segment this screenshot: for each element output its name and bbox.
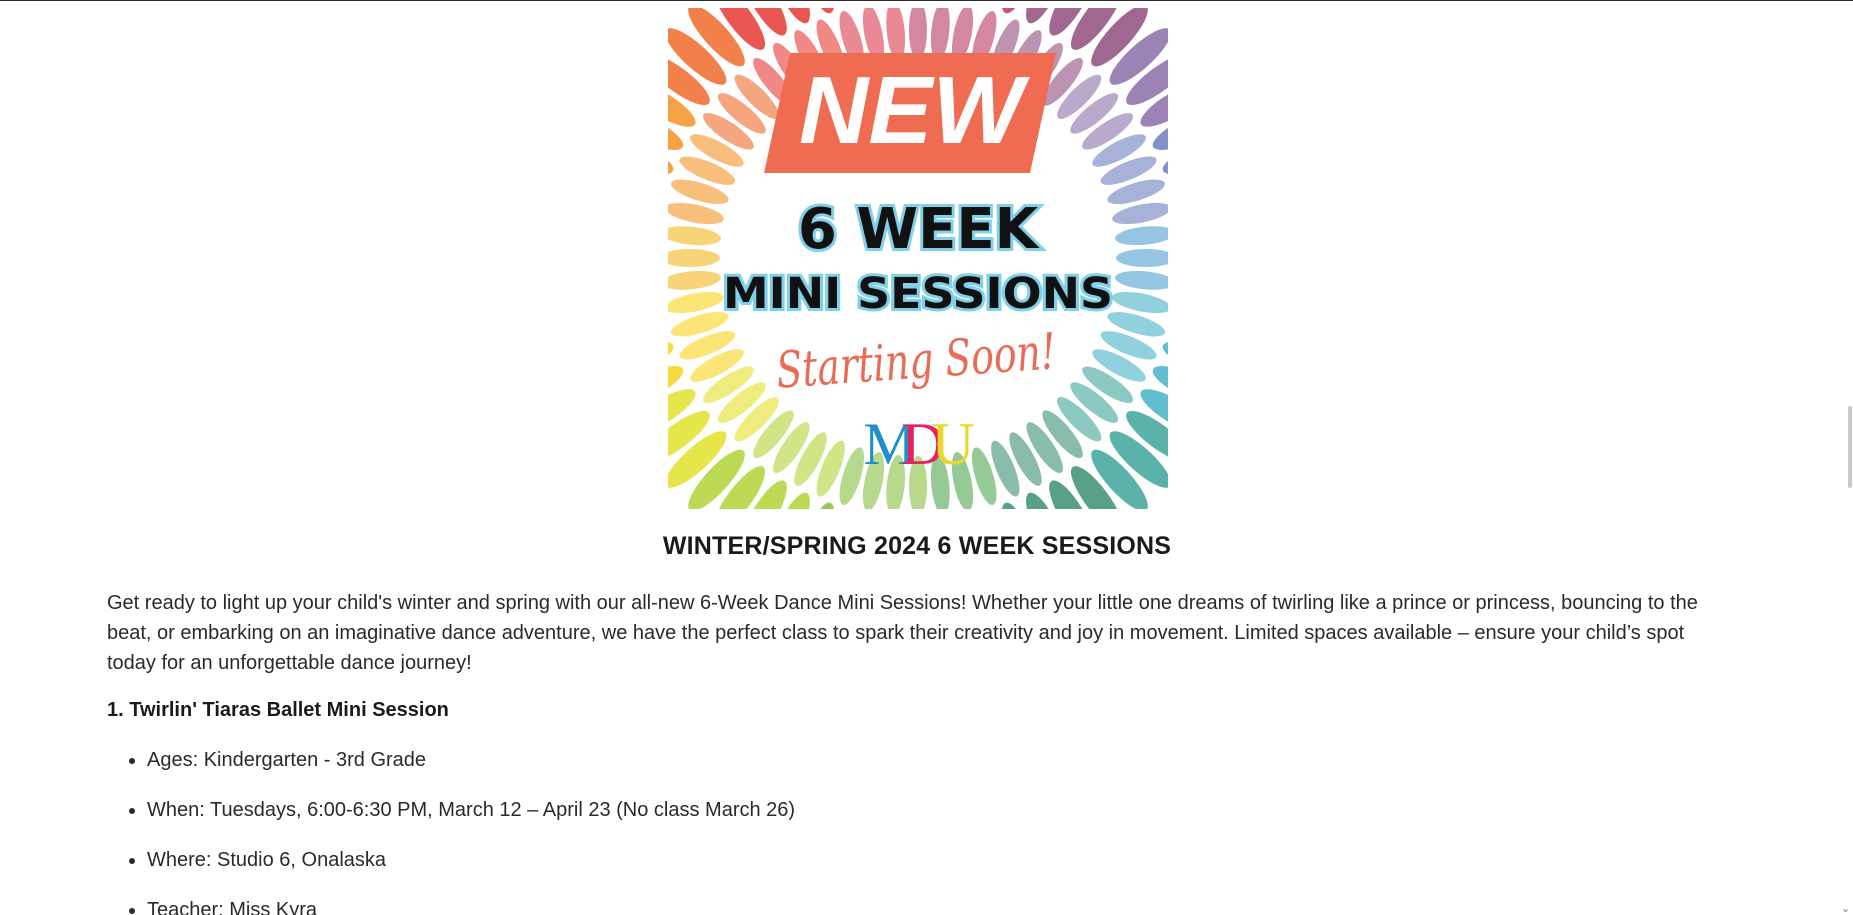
vertical-scrollbar[interactable]: ⌄ [1838, 1, 1853, 915]
logo-letter-u: U [931, 411, 974, 477]
detail-where: Where: Studio 6, Onalaska [147, 846, 795, 896]
six-week-text: 6 WEEK [798, 197, 1041, 262]
petal-shape [909, 8, 927, 60]
petal-shape [1115, 270, 1168, 290]
section-heading: WINTER/SPRING 2024 6 WEEK SESSIONS [662, 532, 1172, 560]
detail-teacher: Teacher: Miss Kyra [147, 896, 795, 915]
scroll-down-arrow-icon[interactable]: ⌄ [1840, 904, 1851, 915]
intro-paragraph: Get ready to light up your child's winte… [107, 592, 1698, 674]
detail-ages: Ages: Kindergarten - 3rd Grade [147, 746, 795, 796]
petal-shape [1116, 249, 1168, 267]
studio-logo: M D U [863, 411, 974, 477]
promo-graphic: NEW 6 WEEK MINI SESSIONS Starting Soon! … [668, 8, 1168, 509]
scrollbar-thumb[interactable] [1848, 406, 1852, 488]
promo-image: NEW 6 WEEK MINI SESSIONS Starting Soon! … [668, 8, 1168, 509]
session-details-list: Ages: Kindergarten - 3rd Grade When: Tue… [107, 746, 795, 915]
session-title: 1. Twirlin' Tiaras Ballet Mini Session [107, 699, 449, 721]
detail-when: When: Tuesdays, 6:00-6:30 PM, March 12 –… [147, 796, 795, 846]
petal-shape [1115, 226, 1168, 246]
starting-soon-text: Starting Soon! [774, 322, 1057, 399]
petal-shape [668, 226, 721, 246]
petal-shape [668, 249, 720, 267]
headline-text: NEW [799, 57, 1030, 164]
page-viewport: NEW 6 WEEK MINI SESSIONS Starting Soon! … [0, 0, 1853, 915]
mini-sessions-text: MINI SESSIONS [723, 269, 1113, 319]
petal-shape [668, 270, 721, 290]
